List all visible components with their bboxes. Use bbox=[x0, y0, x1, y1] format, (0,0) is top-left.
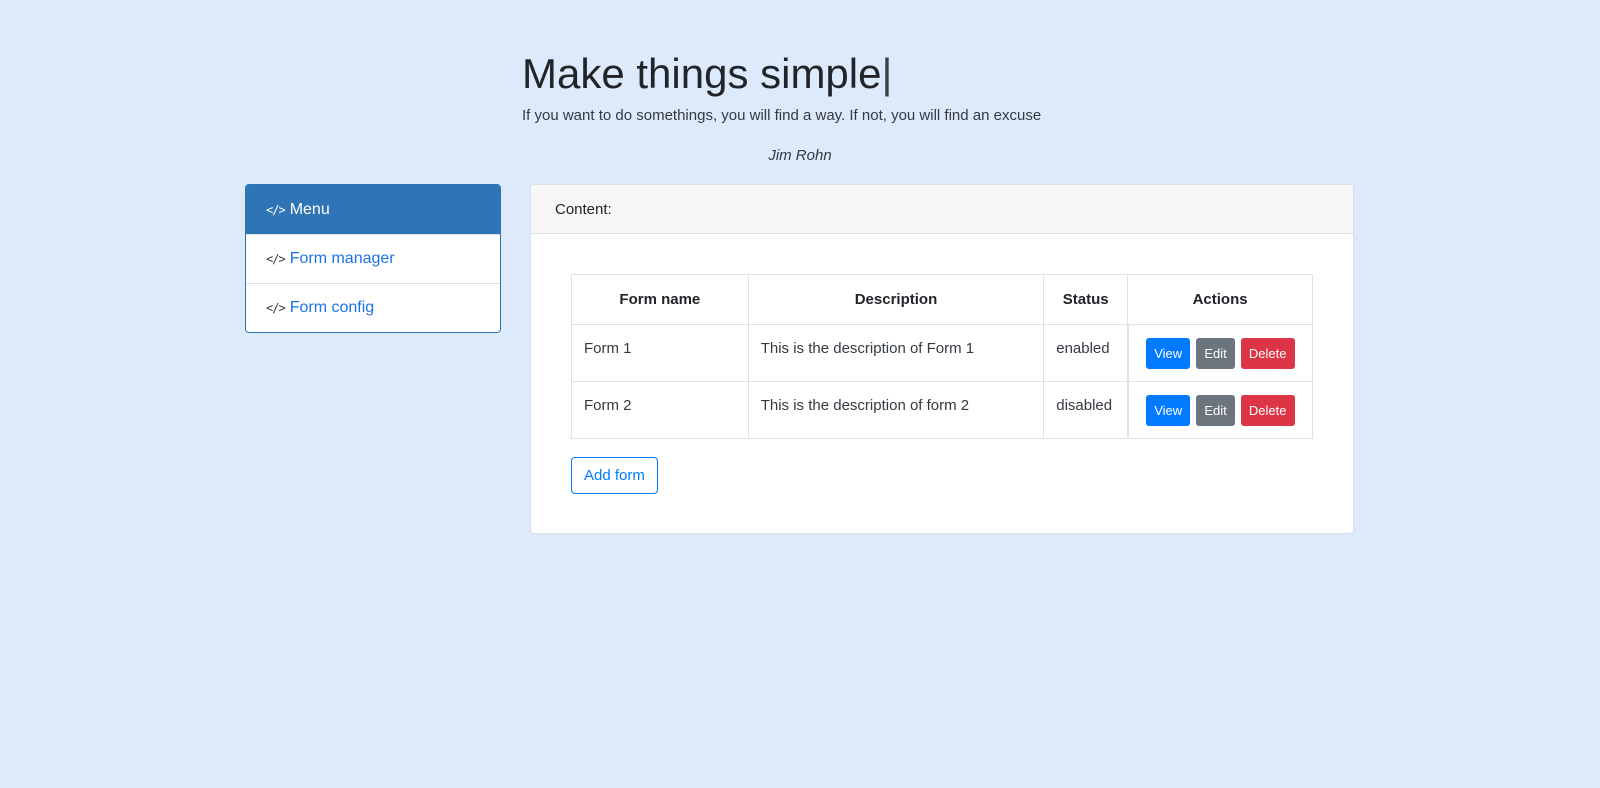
page-title-text: Make things simple bbox=[522, 50, 882, 97]
status-cell: enabled bbox=[1043, 324, 1129, 382]
menu-header-label: Menu bbox=[289, 200, 330, 218]
content-header: Content: bbox=[531, 185, 1353, 234]
add-form-button[interactable]: Add form bbox=[571, 457, 658, 494]
view-button[interactable]: View bbox=[1146, 337, 1191, 369]
sidebar-item-label[interactable]: Form config bbox=[290, 299, 374, 317]
description-cell: This is the description of Form 1 bbox=[747, 324, 1045, 382]
status-cell: disabled bbox=[1043, 381, 1129, 439]
column-header-description: Description bbox=[747, 274, 1045, 325]
actions-cell: View Edit Delete bbox=[1126, 324, 1313, 382]
code-icon: </> bbox=[266, 301, 286, 315]
sidebar-item-form-manager[interactable]: </> Form manager bbox=[246, 234, 500, 283]
typing-cursor: | bbox=[881, 50, 893, 97]
sidebar-item-form-config[interactable]: </> Form config bbox=[246, 283, 500, 332]
table-row: Form 2 This is the description of form 2… bbox=[571, 381, 1313, 439]
delete-button[interactable]: Delete bbox=[1240, 337, 1295, 369]
table-row: Form 1 This is the description of Form 1… bbox=[571, 324, 1313, 382]
code-icon: </> bbox=[266, 252, 286, 266]
table-header-row: Form name Description Status Actions bbox=[571, 274, 1313, 325]
form-name-cell: Form 1 bbox=[571, 324, 749, 382]
description-cell: This is the description of form 2 bbox=[747, 381, 1045, 439]
actions-cell: View Edit Delete bbox=[1126, 381, 1313, 439]
forms-table: Form name Description Status Actions For… bbox=[571, 274, 1313, 439]
code-icon: </> bbox=[266, 202, 286, 217]
content-card: Content: Form name Description Status Ac… bbox=[530, 184, 1354, 534]
page-title: Make things simple| bbox=[522, 48, 892, 100]
edit-button[interactable]: Edit bbox=[1196, 337, 1235, 369]
view-button[interactable]: View bbox=[1146, 394, 1191, 426]
quote-text: If you want to do somethings, you will f… bbox=[522, 107, 1042, 124]
sidebar-item-label[interactable]: Form manager bbox=[290, 250, 395, 268]
delete-button[interactable]: Delete bbox=[1240, 394, 1295, 426]
sidebar-menu: </> Menu </> Form manager </> Form confi… bbox=[245, 184, 501, 333]
column-header-status: Status bbox=[1043, 274, 1129, 325]
quote-author: Jim Rohn bbox=[768, 147, 832, 164]
form-name-cell: Form 2 bbox=[571, 381, 749, 439]
edit-button[interactable]: Edit bbox=[1196, 394, 1235, 426]
column-header-form-name: Form name bbox=[571, 274, 749, 325]
menu-header: </> Menu bbox=[246, 185, 500, 234]
column-header-actions: Actions bbox=[1127, 274, 1313, 325]
